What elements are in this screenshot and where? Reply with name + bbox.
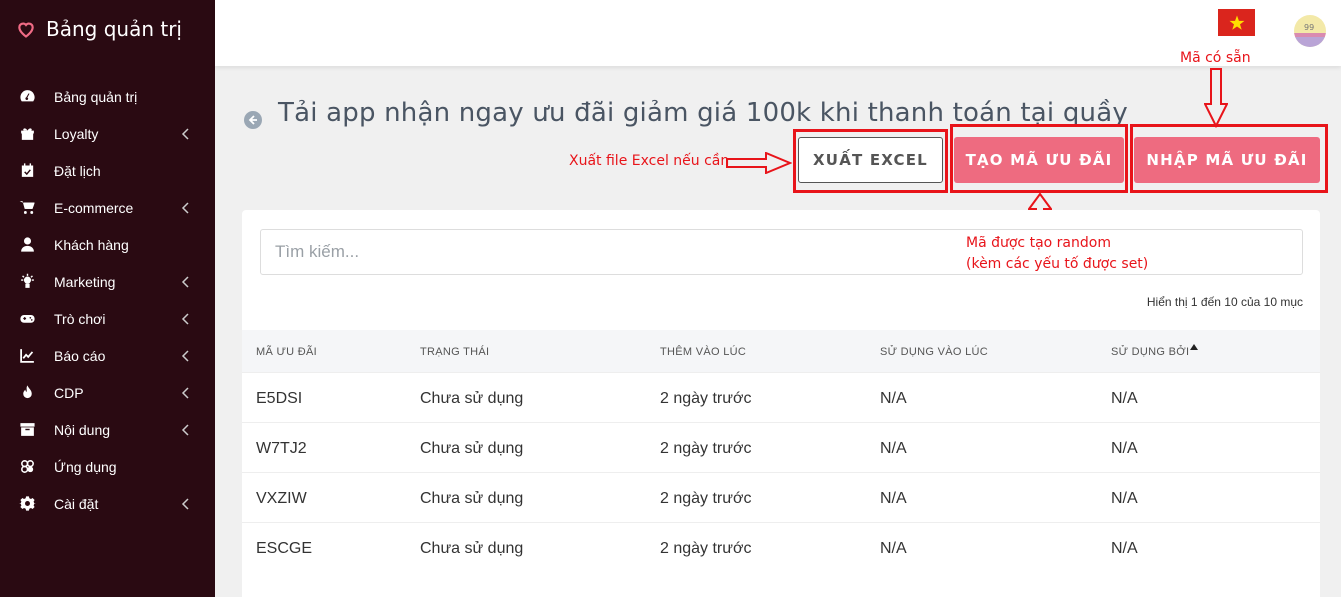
create-highlight-box	[950, 124, 1128, 193]
chevron-left-icon[interactable]	[181, 423, 191, 436]
table-row[interactable]: E5DSI Chưa sử dụng 2 ngày trước N/A N/A	[242, 372, 1320, 422]
sidebar-item-label: Trò chơi	[54, 310, 106, 327]
sidebar-item-11[interactable]: Cài đặt	[0, 485, 215, 522]
sidebar-item-label: Nội dung	[54, 421, 111, 438]
sidebar-item-label: Báo cáo	[54, 347, 106, 364]
column-added-at[interactable]: THÊM VÀO LÚC	[660, 346, 746, 358]
arrow-right-icon	[726, 152, 792, 174]
sidebar-item-3[interactable]: E-commerce	[0, 189, 215, 226]
fire-icon	[18, 384, 36, 402]
table-row[interactable]: ESCGE Chưa sử dụng 2 ngày trước N/A N/A	[242, 522, 1320, 572]
chevron-left-icon[interactable]	[181, 386, 191, 399]
chevron-left-icon[interactable]	[181, 275, 191, 288]
export-annotation: Xuất file Excel nếu cần	[569, 153, 730, 169]
sidebar-item-label: CDP	[54, 384, 84, 401]
sidebar-item-label: E-commerce	[54, 199, 134, 216]
table-cell: N/A	[1111, 540, 1138, 557]
table-cell: N/A	[880, 490, 907, 507]
sidebar-item-2[interactable]: Đặt lịch	[0, 152, 215, 189]
chart-icon	[18, 347, 36, 365]
export-highlight-box	[793, 129, 948, 193]
table-cell: Chưa sử dụng	[420, 540, 524, 557]
sidebar-nav: Bảng quản trị Loyalty Đặt lịch E-commerce Kh…	[0, 78, 215, 522]
calendar-icon	[18, 162, 36, 180]
table-cell: 2 ngày trước	[660, 440, 752, 457]
sidebar-item-0[interactable]: Bảng quản trị	[0, 78, 215, 115]
sidebar-item-label: Bảng quản trị	[54, 88, 138, 105]
dashboard-icon	[18, 88, 36, 106]
sidebar: Bảng quản trị Bảng quản trị Loyalty Đặt lị…	[0, 0, 215, 597]
arrow-down-icon	[1204, 68, 1228, 128]
sort-asc-icon[interactable]	[1189, 343, 1199, 351]
sidebar-item-label: Cài đặt	[54, 495, 99, 512]
create-annotation-line-2: (kèm các yếu tố được set)	[966, 256, 1149, 272]
column-code[interactable]: MÃ ƯU ĐÃI	[256, 346, 317, 358]
table-cell: E5DSI	[256, 390, 303, 407]
table-cell: N/A	[1111, 440, 1138, 457]
column-used-at[interactable]: SỬ DỤNG VÀO LÚC	[880, 346, 988, 358]
sidebar-item-label: Đặt lịch	[54, 162, 101, 179]
sidebar-item-9[interactable]: Nội dung	[0, 411, 215, 448]
create-annotation-line-1: Mã được tạo random	[966, 235, 1111, 251]
column-used-by[interactable]: SỬ DỤNG BỞI	[1111, 346, 1189, 358]
table-cell: 2 ngày trước	[660, 540, 752, 557]
sidebar-item-5[interactable]: Marketing	[0, 263, 215, 300]
table-cell: VXZIW	[256, 490, 307, 507]
cart-icon	[18, 199, 36, 217]
sidebar-item-label: Ứng dụng	[54, 458, 117, 475]
table-cell: Chưa sử dụng	[420, 390, 524, 407]
sidebar-item-8[interactable]: CDP	[0, 374, 215, 411]
table-cell: N/A	[1111, 490, 1138, 507]
sidebar-item-10[interactable]: Ứng dụng	[0, 448, 215, 485]
sidebar-item-label: Khách hàng	[54, 236, 129, 253]
sidebar-item-label: Loyalty	[54, 125, 99, 142]
language-flag-icon[interactable]	[1218, 9, 1255, 36]
table-cell: N/A	[1111, 390, 1138, 407]
sidebar-item-6[interactable]: Trò chơi	[0, 300, 215, 337]
gamepad-icon	[18, 310, 36, 328]
sidebar-item-label: Marketing	[54, 273, 116, 290]
brand-title: Bảng quản trị	[46, 17, 182, 41]
heart-icon	[18, 22, 34, 38]
apps-icon	[18, 458, 36, 476]
table-info: Hiển thị 1 đến 10 của 10 mục	[1146, 295, 1303, 309]
chevron-left-icon[interactable]	[181, 497, 191, 510]
gear-icon	[18, 495, 36, 513]
column-status[interactable]: TRẠNG THÁI	[420, 346, 489, 358]
back-arrow-icon[interactable]	[244, 111, 262, 129]
svg-text:99: 99	[1304, 23, 1314, 32]
sidebar-item-1[interactable]: Loyalty	[0, 115, 215, 152]
table-cell: N/A	[880, 440, 907, 457]
table-cell: N/A	[880, 540, 907, 557]
bulb-icon	[18, 273, 36, 291]
avatar[interactable]: 99	[1294, 15, 1326, 47]
chevron-left-icon[interactable]	[181, 201, 191, 214]
table-row[interactable]: VXZIW Chưa sử dụng 2 ngày trước N/A N/A	[242, 472, 1320, 522]
table-cell: 2 ngày trước	[660, 490, 752, 507]
import-annotation: Mã có sẵn	[1180, 50, 1251, 66]
import-highlight-box	[1130, 124, 1328, 193]
table-cell: 2 ngày trước	[660, 390, 752, 407]
chevron-left-icon[interactable]	[181, 349, 191, 362]
table-cell: W7TJ2	[256, 440, 307, 457]
sidebar-item-4[interactable]: Khách hàng	[0, 226, 215, 263]
archive-icon	[18, 421, 36, 439]
chevron-left-icon[interactable]	[181, 312, 191, 325]
table-header: MÃ ƯU ĐÃI TRẠNG THÁI THÊM VÀO LÚC SỬ DỤN…	[242, 330, 1320, 372]
table-cell: N/A	[880, 390, 907, 407]
sidebar-item-7[interactable]: Báo cáo	[0, 337, 215, 374]
brand[interactable]: Bảng quản trị	[16, 14, 182, 44]
table-cell: Chưa sử dụng	[420, 440, 524, 457]
table-row[interactable]: W7TJ2 Chưa sử dụng 2 ngày trước N/A N/A	[242, 422, 1320, 472]
table-cell: Chưa sử dụng	[420, 490, 524, 507]
chevron-left-icon[interactable]	[181, 127, 191, 140]
table-cell: ESCGE	[256, 540, 313, 557]
top-bar: 99	[215, 0, 1341, 66]
user-icon	[18, 236, 36, 254]
gift-icon	[18, 125, 36, 143]
